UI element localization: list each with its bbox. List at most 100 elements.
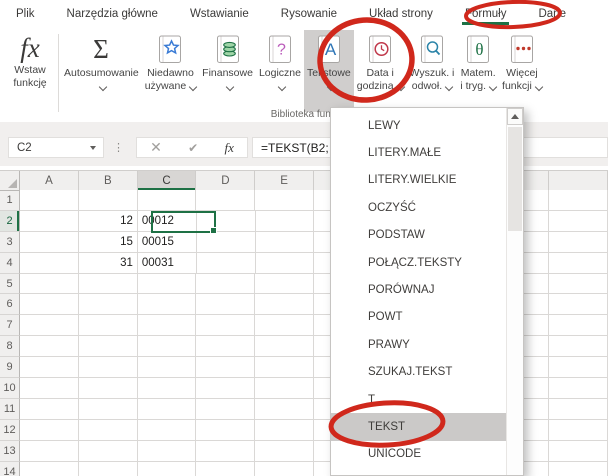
cell-C3[interactable]: 00015 (138, 232, 197, 253)
cell-B8[interactable] (79, 336, 138, 357)
cell-A4[interactable] (20, 253, 79, 274)
menu-item-polacz-teksty[interactable]: POŁĄCZ.TEKSTY (331, 249, 506, 276)
cell-A6[interactable] (20, 294, 79, 315)
ribbon-button-tekstowe[interactable]: ATekstowe (304, 30, 354, 112)
tab-dane[interactable]: Dane (536, 1, 568, 28)
ribbon-button-logiczne[interactable]: ?Logiczne (256, 30, 304, 112)
ribbon-button-finansowe[interactable]: Finansowe (199, 30, 256, 112)
insert-function-button[interactable]: fx Wstaw funkcję (4, 32, 56, 116)
menu-item-podstaw[interactable]: PODSTAW (331, 222, 506, 249)
row-header-8[interactable]: 8 (0, 336, 20, 357)
cell-B12[interactable] (79, 420, 138, 441)
menu-item-powt[interactable]: POWT (331, 304, 506, 331)
cell-C10[interactable] (138, 378, 197, 399)
cell-D11[interactable] (196, 399, 255, 420)
ribbon-button-matem-i-tryg[interactable]: θMatem.i tryg. (457, 30, 499, 112)
cell-D13[interactable] (196, 441, 255, 462)
row-header-3[interactable]: 3 (0, 232, 20, 253)
tab-formuly[interactable]: Formuły (463, 1, 509, 28)
cell-C6[interactable] (138, 294, 197, 315)
menu-item-litery-wielkie[interactable]: LITERY.WIELKIE (331, 167, 506, 194)
cell-D2[interactable] (197, 211, 256, 232)
tab-narzedzia-glowne[interactable]: Narzędzia główne (65, 1, 160, 28)
cell-D8[interactable] (196, 336, 255, 357)
cell-A12[interactable] (20, 420, 79, 441)
select-all-button[interactable] (0, 171, 20, 191)
cell-E10[interactable] (255, 378, 314, 399)
cell-C5[interactable] (138, 274, 197, 295)
name-box-dropdown-icon[interactable] (90, 146, 96, 150)
cell-D4[interactable] (197, 253, 256, 274)
menu-item-lewy[interactable]: LEWY (331, 112, 506, 139)
cell-B5[interactable] (79, 274, 138, 295)
cell-A10[interactable] (20, 378, 79, 399)
cell-B10[interactable] (79, 378, 138, 399)
cell-B4[interactable]: 31 (79, 253, 138, 274)
cell-A14[interactable] (20, 462, 79, 476)
cell-C12[interactable] (138, 420, 197, 441)
cell-B14[interactable] (79, 462, 138, 476)
tab-plik[interactable]: Plik (14, 1, 37, 28)
cell-D10[interactable] (196, 378, 255, 399)
enter-check-icon[interactable]: ✔ (188, 141, 198, 155)
cell-B9[interactable] (79, 357, 138, 378)
menu-item-prawy[interactable]: PRAWY (331, 331, 506, 358)
cell-D1[interactable] (196, 190, 255, 211)
column-header-e[interactable]: E (255, 171, 314, 191)
column-header-a[interactable]: A (20, 171, 79, 191)
cell-C9[interactable] (138, 357, 197, 378)
menu-item-oczysc[interactable]: OCZYŚĆ (331, 194, 506, 221)
cell-A1[interactable] (20, 190, 79, 211)
dropdown-scrollbar[interactable] (506, 108, 523, 475)
cell-E13[interactable] (255, 441, 314, 462)
ribbon-button-wyszuk-i-odwol[interactable]: Wyszuk. iodwoł. (407, 30, 458, 112)
insert-function-fx-icon[interactable]: fx (224, 140, 233, 156)
cell-E9[interactable] (255, 357, 314, 378)
cell-C2[interactable]: 00012 (138, 211, 197, 232)
row-header-6[interactable]: 6 (0, 294, 20, 315)
cell-C4[interactable]: 00031 (138, 253, 197, 274)
cell-E1[interactable] (255, 190, 314, 211)
cell-E3[interactable] (256, 232, 315, 253)
cell-D12[interactable] (196, 420, 255, 441)
column-header-d[interactable]: D (196, 171, 255, 191)
row-header-4[interactable]: 4 (0, 253, 20, 274)
name-box[interactable]: C2 (8, 137, 104, 158)
row-header-12[interactable]: 12 (0, 420, 20, 441)
cell-E11[interactable] (255, 399, 314, 420)
cell-A11[interactable] (20, 399, 79, 420)
cell-A7[interactable] (20, 315, 79, 336)
cell-C1[interactable] (138, 190, 197, 211)
cell-E12[interactable] (255, 420, 314, 441)
tab-rysowanie[interactable]: Rysowanie (279, 1, 339, 28)
cell-E2[interactable] (256, 211, 315, 232)
cell-C11[interactable] (138, 399, 197, 420)
cell-D3[interactable] (197, 232, 256, 253)
ribbon-button-niedawno-uzywane[interactable]: Niedawnoużywane (142, 30, 199, 112)
cell-E7[interactable] (255, 315, 314, 336)
cell-A5[interactable] (20, 274, 79, 295)
cell-C14[interactable] (138, 462, 197, 476)
scroll-up-button[interactable] (507, 108, 523, 125)
menu-item-szukaj-tekst[interactable]: SZUKAJ.TEKST (331, 359, 506, 386)
scrollbar-thumb[interactable] (508, 127, 522, 231)
cell-E4[interactable] (256, 253, 315, 274)
cell-B1[interactable] (79, 190, 138, 211)
cell-D14[interactable] (196, 462, 255, 476)
row-header-1[interactable]: 1 (0, 190, 20, 211)
row-header-5[interactable]: 5 (0, 274, 20, 295)
menu-item-t[interactable]: T (331, 386, 506, 413)
cell-D6[interactable] (196, 294, 255, 315)
row-header-9[interactable]: 9 (0, 357, 20, 378)
cell-D5[interactable] (196, 274, 255, 295)
cell-C8[interactable] (138, 336, 197, 357)
ribbon-button-autosumowanie[interactable]: ΣAutosumowanie (61, 30, 142, 112)
cell-B3[interactable]: 15 (79, 232, 138, 253)
row-header-11[interactable]: 11 (0, 399, 20, 420)
row-header-10[interactable]: 10 (0, 378, 20, 399)
cell-B6[interactable] (79, 294, 138, 315)
cell-D9[interactable] (196, 357, 255, 378)
cell-B2[interactable]: 12 (79, 211, 138, 232)
column-header-b[interactable]: B (79, 171, 138, 191)
row-header-14[interactable]: 14 (0, 462, 20, 476)
